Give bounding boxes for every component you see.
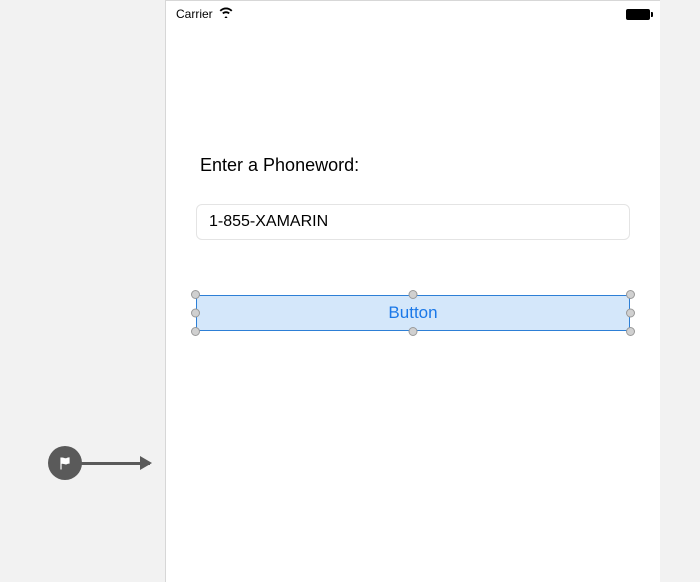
resize-handle-bottom-middle[interactable] bbox=[409, 327, 418, 336]
simulator-frame: Carrier Enter a Phoneword: Button bbox=[165, 0, 660, 582]
resize-handle-middle-left[interactable] bbox=[191, 309, 200, 318]
resize-handle-top-left[interactable] bbox=[191, 290, 200, 299]
resize-handle-top-middle[interactable] bbox=[409, 290, 418, 299]
carrier-label: Carrier bbox=[176, 7, 213, 21]
resize-handle-bottom-left[interactable] bbox=[191, 327, 200, 336]
battery-icon bbox=[626, 9, 650, 20]
status-bar: Carrier bbox=[166, 1, 660, 23]
phoneword-label: Enter a Phoneword: bbox=[196, 155, 630, 176]
phoneword-input[interactable] bbox=[196, 204, 630, 240]
button-label: Button bbox=[388, 303, 437, 323]
translate-button[interactable]: Button bbox=[196, 295, 630, 331]
resize-handle-bottom-right[interactable] bbox=[626, 327, 635, 336]
drag-indicator bbox=[48, 446, 150, 480]
selected-button-container[interactable]: Button bbox=[196, 295, 630, 331]
resize-handle-middle-right[interactable] bbox=[626, 309, 635, 318]
resize-handle-top-right[interactable] bbox=[626, 290, 635, 299]
flag-icon bbox=[48, 446, 82, 480]
arrow-icon bbox=[80, 462, 150, 465]
content-area: Enter a Phoneword: Button bbox=[166, 23, 660, 331]
wifi-icon bbox=[219, 7, 233, 21]
